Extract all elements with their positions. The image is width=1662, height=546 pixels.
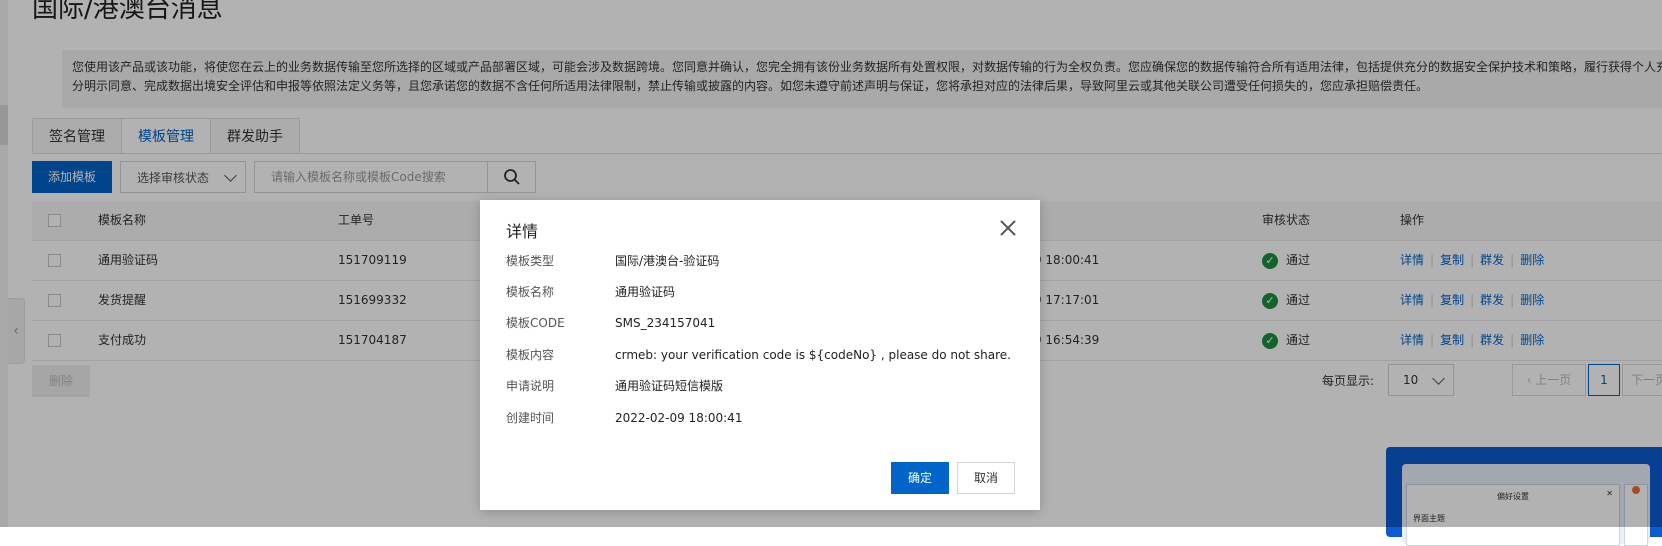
field-value: 通用验证码短信模版 xyxy=(615,379,724,393)
field-label: 模板名称 xyxy=(506,285,555,299)
field-label: 创建时间 xyxy=(506,411,555,425)
field-value: 国际/港澳台-验证码 xyxy=(615,254,720,268)
detail-dialog: 详情 模板类型 国际/港澳台-验证码 模板名称 通用验证码 模板CODE SMS… xyxy=(480,200,1040,510)
field-label: 申请说明 xyxy=(506,379,555,393)
field-value: 通用验证码 xyxy=(615,285,676,299)
field-label: 模板CODE xyxy=(506,316,565,330)
field-label: 模板内容 xyxy=(506,348,555,362)
confirm-button[interactable]: 确定 xyxy=(891,462,949,494)
field-value: crmeb: your verification code is ${codeN… xyxy=(615,348,1011,362)
dialog-title: 详情 xyxy=(506,222,539,241)
close-icon[interactable] xyxy=(998,218,1018,238)
field-label: 模板类型 xyxy=(506,254,555,268)
cancel-button[interactable]: 取消 xyxy=(957,462,1015,494)
field-value: 2022-02-09 18:00:41 xyxy=(615,411,743,425)
field-value: SMS_234157041 xyxy=(615,316,716,330)
